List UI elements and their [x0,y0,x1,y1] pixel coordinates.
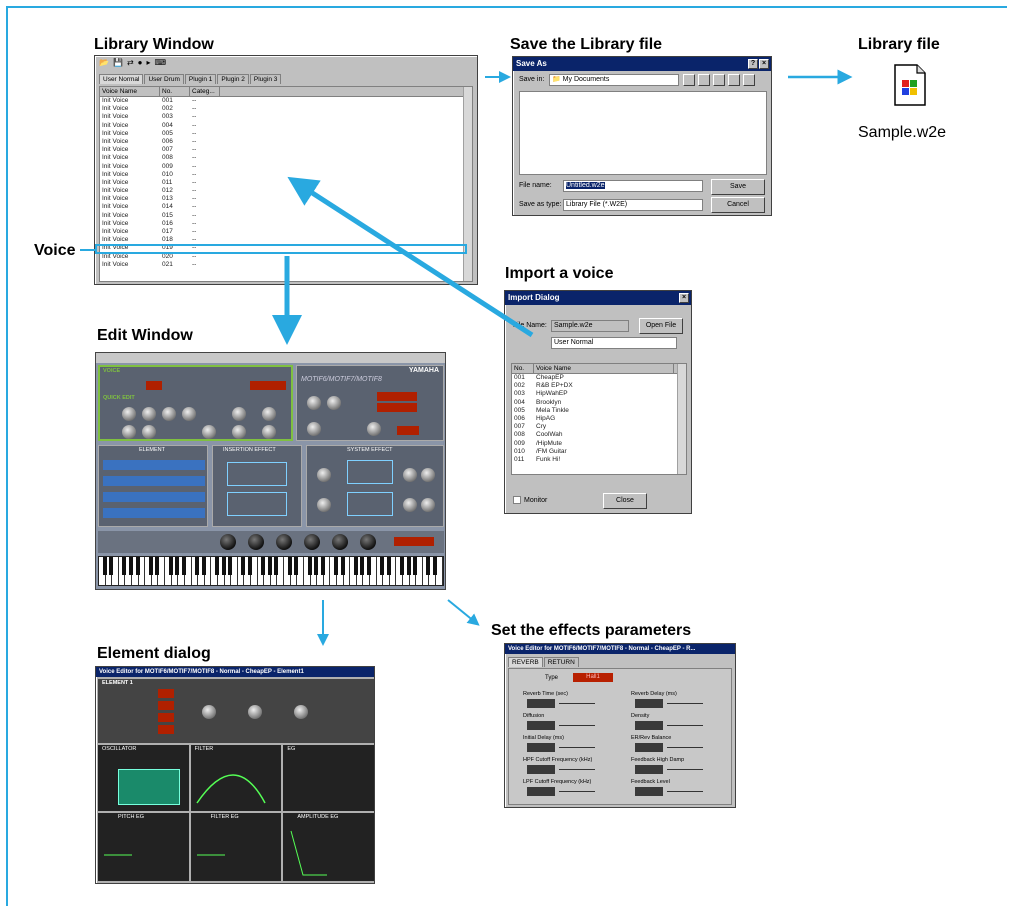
black-key[interactable] [228,557,233,575]
arrow-to-effects [447,599,480,626]
black-key[interactable] [175,557,180,575]
black-key[interactable] [406,557,411,575]
black-key[interactable] [221,557,226,575]
black-key[interactable] [320,557,325,575]
black-key[interactable] [168,557,173,575]
black-key[interactable] [287,557,292,575]
black-key[interactable] [129,557,134,575]
black-key[interactable] [181,557,186,575]
black-key[interactable] [340,557,345,575]
black-key[interactable] [155,557,160,575]
black-key[interactable] [201,557,206,575]
black-key[interactable] [360,557,365,575]
black-key[interactable] [241,557,246,575]
black-key[interactable] [366,557,371,575]
black-key[interactable] [102,557,107,575]
black-key[interactable] [433,557,438,575]
black-key[interactable] [274,557,279,575]
black-key[interactable] [333,557,338,575]
black-key[interactable] [294,557,299,575]
black-key[interactable] [135,557,140,575]
black-key[interactable] [248,557,253,575]
black-key[interactable] [413,557,418,575]
black-key[interactable] [314,557,319,575]
black-key[interactable] [109,557,114,575]
arrow-import-to-library [287,176,534,338]
flow-arrows [272,69,853,646]
black-key[interactable] [195,557,200,575]
black-key[interactable] [267,557,272,575]
black-key[interactable] [426,557,431,575]
black-key[interactable] [122,557,127,575]
black-key[interactable] [380,557,385,575]
black-key[interactable] [261,557,266,575]
black-key[interactable] [386,557,391,575]
black-key[interactable] [214,557,219,575]
black-key[interactable] [400,557,405,575]
black-key[interactable] [307,557,312,575]
black-key[interactable] [148,557,153,575]
black-key[interactable] [353,557,358,575]
